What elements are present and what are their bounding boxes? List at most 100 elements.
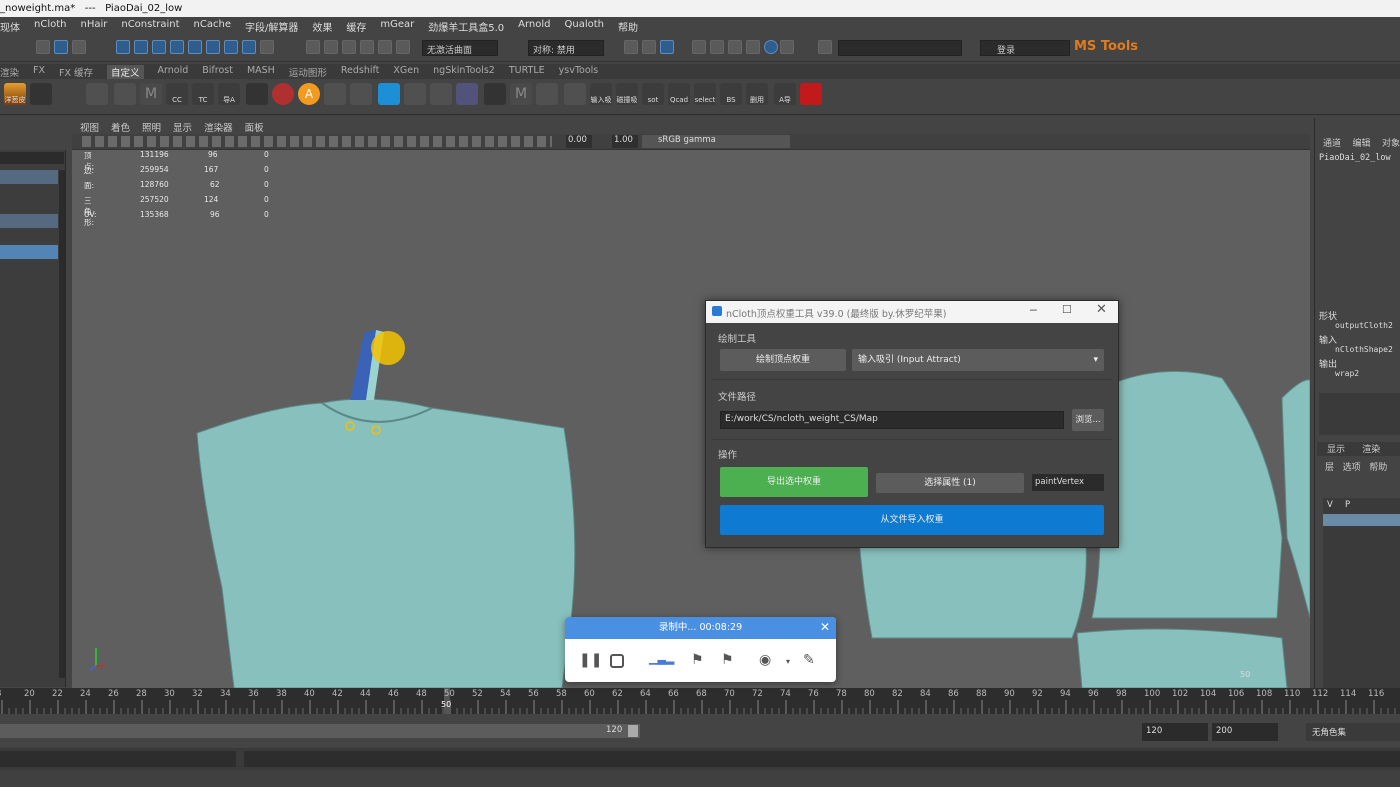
object-name[interactable]: PiaoDai_02_low	[1319, 153, 1391, 163]
shirt-mesh[interactable]	[1076, 628, 1288, 688]
shelf-tab[interactable]: XGen	[393, 65, 419, 79]
render-frame-icon[interactable]	[692, 40, 706, 54]
outliner-row[interactable]	[0, 214, 58, 228]
snap-point-icon[interactable]	[342, 40, 356, 54]
render-tab[interactable]: 渲染	[1362, 445, 1380, 455]
export-selected-weights-button[interactable]: 导出选中权重	[720, 467, 868, 497]
tc-script-icon[interactable]: TC	[192, 83, 214, 105]
pause-icon[interactable]: ❚❚	[579, 652, 602, 668]
range-slider-handle[interactable]	[628, 725, 638, 737]
command-search-field[interactable]	[838, 40, 962, 56]
shelf-tab[interactable]: ysvTools	[559, 65, 599, 79]
python-icon[interactable]	[30, 83, 52, 105]
exposure-field[interactable]: 0.00	[566, 135, 592, 148]
character-icon[interactable]	[272, 83, 294, 105]
delete-use-icon[interactable]: 删用	[746, 83, 768, 105]
select-by-component-icon[interactable]	[152, 40, 166, 54]
outliner-filter[interactable]	[0, 152, 64, 164]
hypershade-icon[interactable]	[764, 40, 778, 54]
qcad-icon[interactable]: Qcad	[668, 83, 690, 105]
grid-tool-icon[interactable]	[86, 83, 108, 105]
menu-item[interactable]: nConstraint	[121, 19, 179, 35]
paint-select-icon[interactable]	[72, 40, 86, 54]
object-tab[interactable]: 对象	[1382, 139, 1400, 149]
live-surface-field[interactable]: 无激活曲面	[422, 40, 498, 56]
import-weights-button[interactable]: 从文件导入权重	[720, 505, 1104, 535]
channel-tab[interactable]: 通道	[1323, 139, 1341, 149]
snap-view-icon[interactable]	[378, 40, 392, 54]
skeleton-icon[interactable]	[324, 83, 346, 105]
export-a-icon[interactable]: A导	[774, 83, 796, 105]
mel-2-icon[interactable]: M	[510, 83, 532, 105]
shirt-mesh[interactable]	[196, 398, 576, 688]
gamma-field[interactable]: 1.00	[612, 135, 638, 148]
misc-mask-icon[interactable]	[242, 40, 256, 54]
pen-icon[interactable]: ✎	[803, 652, 815, 668]
close-icon[interactable]: ✕	[1096, 302, 1107, 317]
stop-icon[interactable]	[610, 654, 624, 668]
mel-icon[interactable]: M	[140, 83, 162, 105]
shelf-tab[interactable]: TURTLE	[509, 65, 545, 79]
menu-item[interactable]: nCache	[194, 19, 231, 35]
arnold-a-icon[interactable]: A	[298, 83, 320, 105]
shelf-tab[interactable]: ngSkinTools2	[433, 65, 495, 79]
audio-level-icon[interactable]: ▁▃▂	[649, 652, 674, 665]
lock-selection-icon[interactable]	[260, 40, 274, 54]
maximize-icon[interactable]: ☐	[1062, 303, 1072, 316]
input-node[interactable]: nClothShape2	[1335, 345, 1393, 354]
webcam-icon[interactable]: ◉	[759, 652, 771, 668]
browse-button[interactable]: 浏览...	[1072, 409, 1104, 431]
pause-icon[interactable]	[780, 40, 794, 54]
menu-item[interactable]: 现体	[0, 19, 20, 35]
tool-icon[interactable]	[536, 83, 558, 105]
shelf-tab[interactable]: FX 缓存	[59, 65, 93, 79]
menu-item[interactable]: 缓存	[346, 19, 366, 35]
login-dropdown[interactable]: 登录	[980, 40, 1070, 56]
duplicate-icon[interactable]	[430, 83, 452, 105]
minimize-icon[interactable]: ─	[1030, 304, 1037, 317]
paint-weights-button[interactable]: 绘制顶点权重	[720, 349, 846, 371]
range-slider[interactable]	[0, 724, 640, 738]
python-script-icon[interactable]	[246, 83, 268, 105]
select-by-object-icon[interactable]	[134, 40, 148, 54]
shelf-tab[interactable]: Arnold	[158, 65, 189, 79]
mirror-icon[interactable]	[456, 83, 478, 105]
outliner-row[interactable]	[0, 170, 58, 184]
edit-tab[interactable]: 编辑	[1352, 139, 1370, 149]
symmetry-field[interactable]: 对称: 禁用	[528, 40, 604, 56]
input-attract-icon[interactable]: 输入吸引	[590, 83, 612, 105]
lasso-tool-icon[interactable]	[54, 40, 68, 54]
select-tool-icon[interactable]	[36, 40, 50, 54]
outliner-row-selected[interactable]	[0, 245, 58, 259]
viewport-menu-item[interactable]: 面板	[245, 120, 264, 134]
shirt-mesh[interactable]	[1281, 379, 1310, 619]
cc-script-icon[interactable]: CC	[166, 83, 188, 105]
colorspace-dropdown[interactable]: sRGB gamma	[642, 135, 790, 148]
select-icon[interactable]: select	[694, 83, 716, 105]
t-pose-icon[interactable]	[378, 83, 400, 105]
snap-grid-icon[interactable]	[306, 40, 320, 54]
viewport-menu-item[interactable]: 渲染器	[204, 120, 233, 134]
select-by-hierarchy-icon[interactable]	[116, 40, 130, 54]
shelf-tab[interactable]: 渲染	[0, 65, 19, 79]
bs-icon[interactable]: BS	[720, 83, 742, 105]
attribute-name-field[interactable]: paintVertex	[1032, 474, 1104, 491]
face-mask-icon[interactable]	[206, 40, 220, 54]
menu-item[interactable]: 帮助	[618, 19, 638, 35]
collide-attract-icon[interactable]: 磁撞吸引	[616, 83, 638, 105]
shelf-tab[interactable]: Bifrost	[202, 65, 233, 79]
menu-item[interactable]: mGear	[380, 19, 414, 35]
playback-end-field[interactable]: 120	[1142, 723, 1208, 741]
arrow-up-icon[interactable]	[800, 83, 822, 105]
options-menu[interactable]: 选项	[1343, 463, 1361, 473]
dialog-titlebar[interactable]: nCloth顶点权重工具 v39.0 (最终版 by.休罗纪苹果)	[706, 301, 1118, 323]
help-menu[interactable]: 帮助	[1369, 463, 1387, 473]
attribute-dropdown[interactable]: 输入吸引 (Input Attract) ▾	[852, 349, 1104, 371]
live-surface-icon[interactable]	[396, 40, 410, 54]
edge-mask-icon[interactable]	[188, 40, 202, 54]
render-settings-icon[interactable]	[746, 40, 760, 54]
python-script-2-icon[interactable]	[484, 83, 506, 105]
viewport-menu-item[interactable]: 照明	[142, 120, 161, 134]
output-node[interactable]: wrap2	[1335, 369, 1359, 378]
joint-tool-icon[interactable]	[404, 83, 426, 105]
